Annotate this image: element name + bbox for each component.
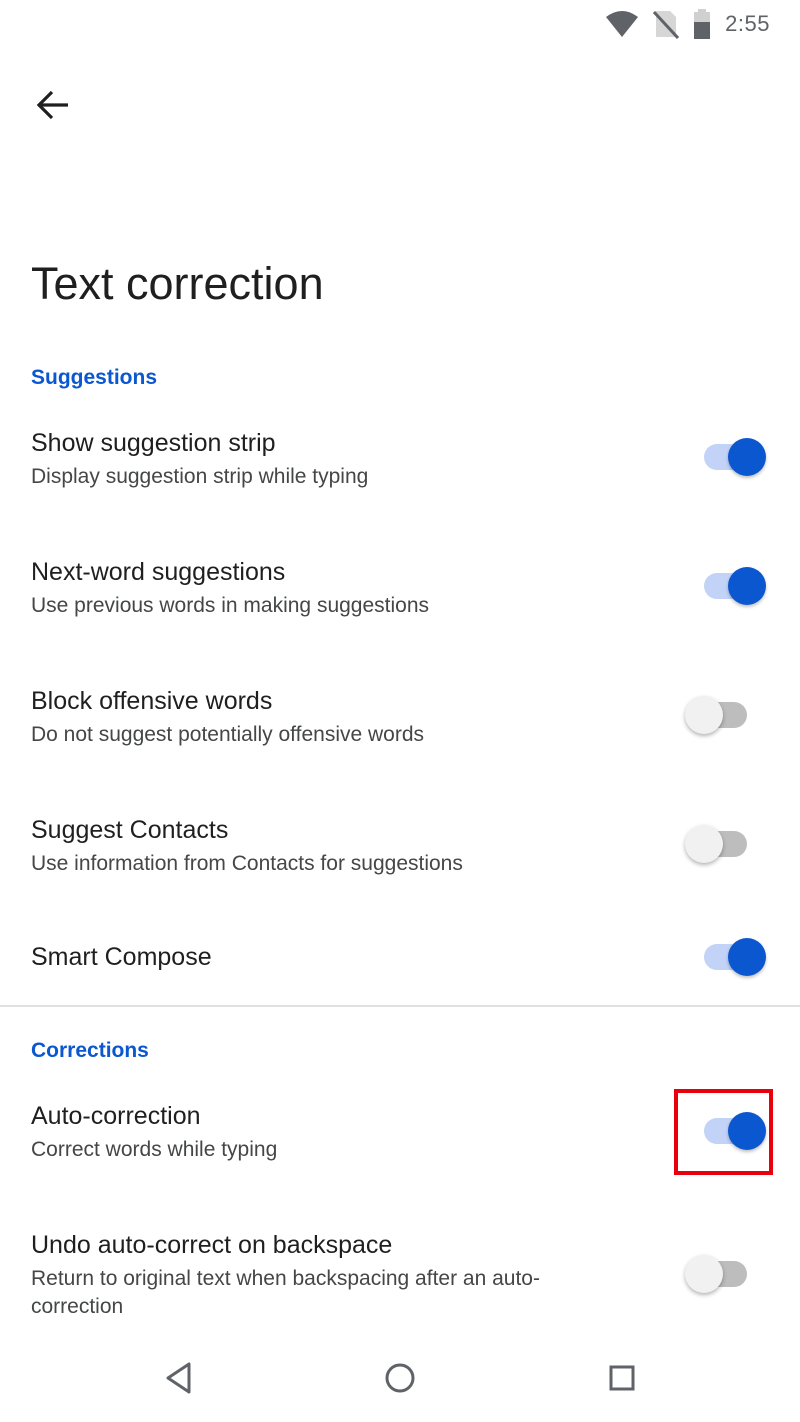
home-circle-icon <box>384 1362 416 1399</box>
toggle-thumb <box>728 938 766 976</box>
toggle-thumb <box>728 438 766 476</box>
setting-undo-auto-correct[interactable]: Undo auto-correct on backspace Return to… <box>0 1222 800 1332</box>
status-icons: 2:55 <box>605 8 770 40</box>
navigation-bar <box>0 1342 800 1422</box>
setting-title: Block offensive words <box>31 687 273 715</box>
nav-recents-button[interactable] <box>598 1356 646 1404</box>
setting-title: Undo auto-correct on backspace <box>31 1231 393 1259</box>
toggle-thumb <box>728 567 766 605</box>
battery-icon <box>693 9 711 39</box>
setting-description: Correct words while typing <box>31 1138 278 1161</box>
setting-title: Next-word suggestions <box>31 558 286 586</box>
status-bar: 2:55 <box>0 0 800 48</box>
highlight-box <box>674 1089 773 1175</box>
setting-block-offensive-words[interactable]: Block offensive words Do not suggest pot… <box>0 678 800 768</box>
block-offensive-words-toggle[interactable] <box>685 693 755 737</box>
setting-description: Do not suggest potentially offensive wor… <box>31 723 425 746</box>
arrow-left-icon <box>36 90 70 125</box>
show-suggestion-strip-toggle[interactable] <box>696 435 766 479</box>
back-triangle-icon <box>164 1361 194 1400</box>
smart-compose-toggle[interactable] <box>696 935 766 979</box>
setting-description: Use previous words in making suggestions <box>31 594 430 617</box>
toggle-thumb <box>685 696 723 734</box>
undo-auto-correct-toggle[interactable] <box>685 1252 755 1296</box>
setting-smart-compose[interactable]: Smart Compose <box>0 925 800 995</box>
section-divider <box>0 1005 800 1007</box>
setting-title: Smart Compose <box>31 943 212 971</box>
setting-show-suggestion-strip[interactable]: Show suggestion strip Display suggestion… <box>0 420 800 510</box>
setting-title: Auto-correction <box>31 1102 201 1130</box>
setting-title: Show suggestion strip <box>31 429 276 457</box>
setting-description: Display suggestion strip while typing <box>31 465 369 488</box>
nav-back-button[interactable] <box>155 1356 203 1404</box>
section-header-corrections: Corrections <box>31 1039 149 1062</box>
nav-home-button[interactable] <box>376 1356 424 1404</box>
setting-description: Use information from Contacts for sugges… <box>31 852 463 875</box>
suggest-contacts-toggle[interactable] <box>685 822 755 866</box>
toggle-thumb <box>685 1255 723 1293</box>
setting-suggest-contacts[interactable]: Suggest Contacts Use information from Co… <box>0 807 800 897</box>
next-word-suggestions-toggle[interactable] <box>696 564 766 608</box>
status-time: 2:55 <box>725 11 770 36</box>
setting-description: Return to original text when backspacing… <box>31 1267 540 1318</box>
no-sim-icon <box>653 9 680 39</box>
toggle-thumb <box>685 825 723 863</box>
recents-square-icon <box>608 1364 636 1397</box>
setting-title: Suggest Contacts <box>31 816 229 844</box>
section-header-suggestions: Suggestions <box>31 366 158 389</box>
page-title: Text correction <box>31 258 324 309</box>
setting-next-word-suggestions[interactable]: Next-word suggestions Use previous words… <box>0 549 800 639</box>
wifi-icon <box>605 10 639 38</box>
back-button[interactable] <box>24 78 82 136</box>
